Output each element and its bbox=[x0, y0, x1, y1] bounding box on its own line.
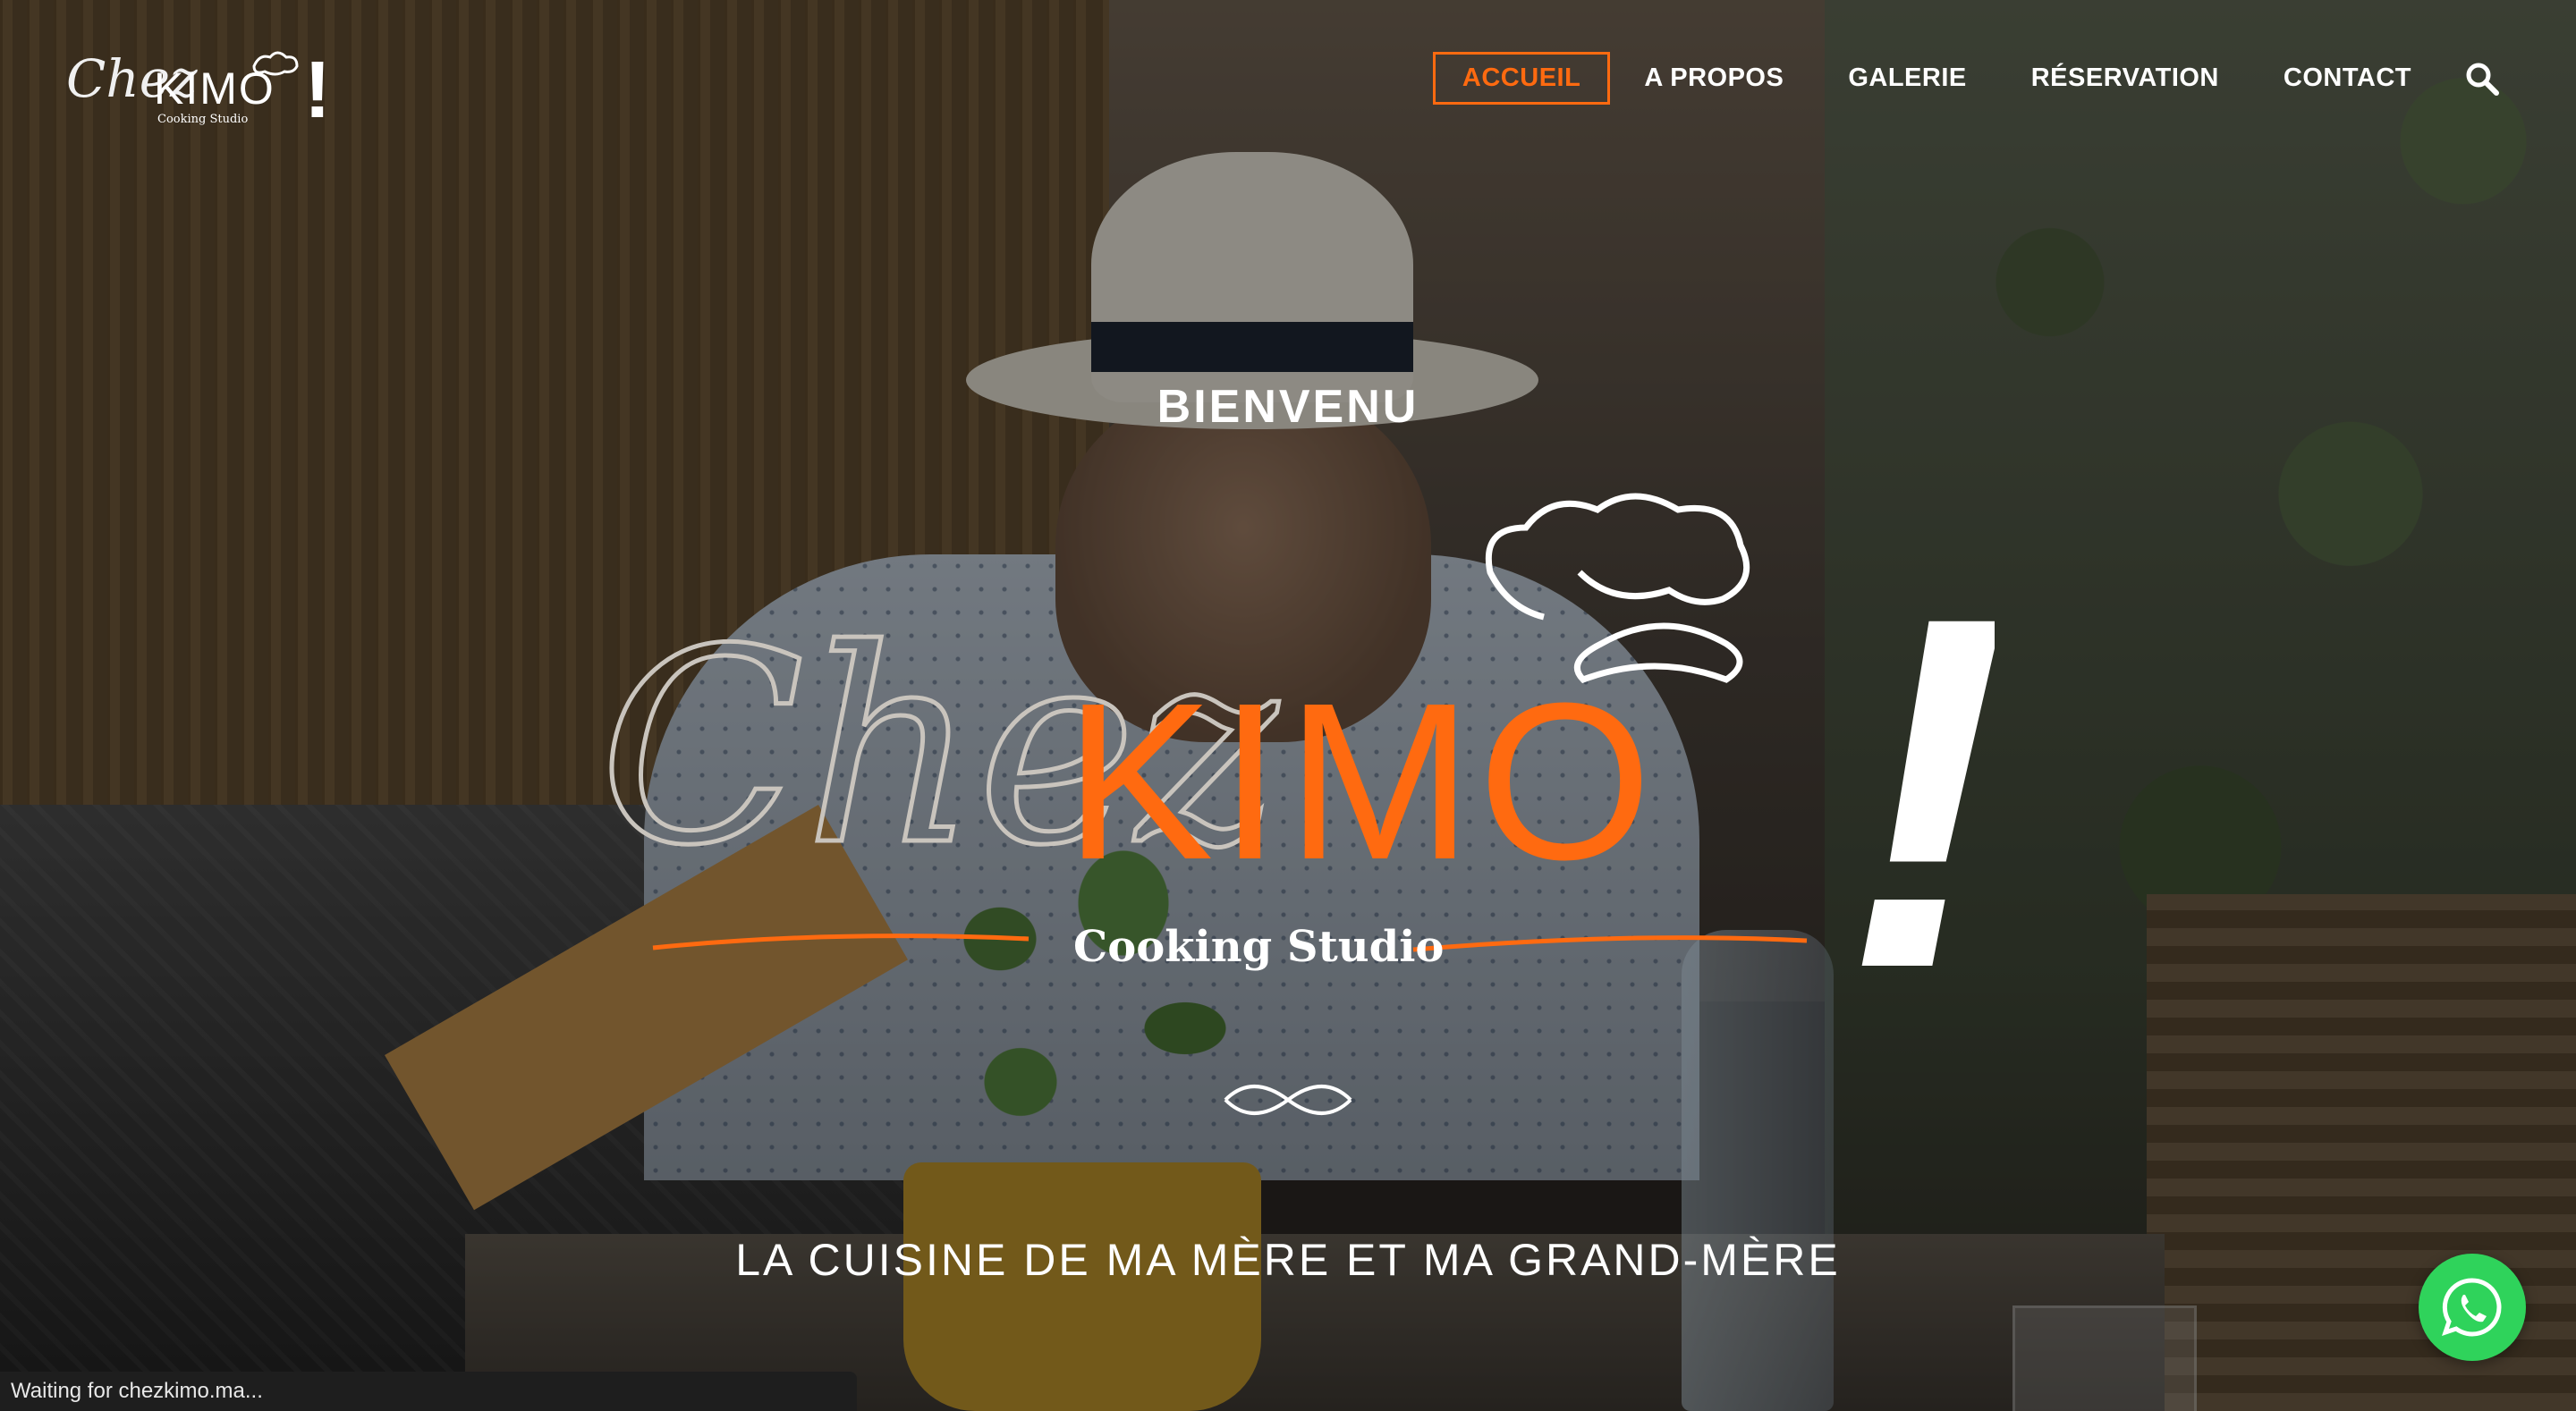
nav-item-galerie[interactable]: GALERIE bbox=[1818, 53, 1996, 104]
search-icon bbox=[2466, 63, 2499, 96]
logo-exclaim: ! bbox=[304, 46, 331, 131]
search-button[interactable] bbox=[2460, 56, 2504, 101]
nav-item-a-propos[interactable]: A PROPOS bbox=[1614, 53, 1814, 104]
chef-hat-icon bbox=[1485, 493, 1750, 684]
hero-logo-swoosh-right bbox=[1412, 935, 1808, 952]
ornament-icon bbox=[1224, 1085, 1352, 1115]
nav-item-reservation[interactable]: RÉSERVATION bbox=[2001, 53, 2250, 104]
main-navigation: ACCUEIL A PROPOS GALERIE RÉSERVATION CON… bbox=[1429, 52, 2504, 105]
hero-logo: Chez KIMO ! Cooking Studio bbox=[599, 493, 1995, 984]
whatsapp-icon bbox=[2442, 1278, 2502, 1337]
browser-status-bar: Waiting for chezkimo.ma... bbox=[0, 1372, 857, 1411]
site-logo[interactable]: Chez KIMO ! Cooking Studio bbox=[64, 32, 342, 131]
hero-logo-exclaim: ! bbox=[1843, 512, 1995, 984]
welcome-heading: BIENVENU bbox=[1157, 381, 1419, 433]
nav-item-accueil[interactable]: ACCUEIL bbox=[1432, 52, 1611, 105]
hero-tagline: LA CUISINE DE MA MÈRE ET MA GRAND-MÈRE bbox=[735, 1235, 1841, 1285]
logo-subtitle: Cooking Studio bbox=[157, 113, 248, 126]
nav-item-contact[interactable]: CONTACT bbox=[2253, 53, 2442, 104]
hero-logo-swoosh-left bbox=[652, 934, 1030, 951]
whatsapp-button[interactable] bbox=[2419, 1254, 2526, 1361]
hero-logo-word: KIMO bbox=[1064, 656, 1657, 906]
hero-logo-subtitle: Cooking Studio bbox=[1073, 922, 1444, 972]
